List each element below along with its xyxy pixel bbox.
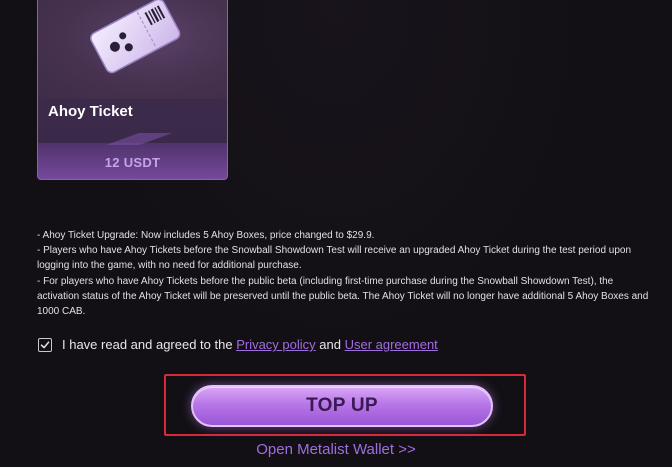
privacy-policy-link[interactable]: Privacy policy: [236, 337, 315, 352]
purchase-notes: - Ahoy Ticket Upgrade: Now includes 5 Ah…: [37, 228, 657, 319]
topup-button[interactable]: TOP UP: [191, 385, 493, 427]
note-item: - Ahoy Ticket Upgrade: Now includes 5 Ah…: [37, 230, 375, 241]
ticket-icon: [90, 0, 181, 74]
agreement-row: I have read and agreed to the Privacy po…: [38, 337, 438, 352]
product-image: [38, 0, 227, 99]
topup-label: TOP UP: [306, 395, 378, 416]
price-band: 12 USDT: [38, 133, 227, 179]
agreement-checkbox[interactable]: [38, 337, 52, 352]
product-price: 12 USDT: [104, 155, 161, 170]
product-title: Ahoy Ticket: [48, 103, 133, 120]
open-wallet-link[interactable]: Open Metalist Wallet >>: [0, 441, 672, 458]
agreement-text: I have read and agreed to the: [62, 337, 237, 352]
checkmark-icon: [40, 340, 50, 348]
note-item: - For players who have Ahoy Tickets befo…: [37, 275, 649, 318]
user-agreement-link[interactable]: User agreement: [345, 337, 438, 352]
note-item: - Players who have Ahoy Tickets before t…: [37, 245, 632, 272]
product-card[interactable]: Ahoy Ticket 12 USDT: [37, 0, 228, 180]
agreement-joiner: and: [315, 337, 345, 352]
